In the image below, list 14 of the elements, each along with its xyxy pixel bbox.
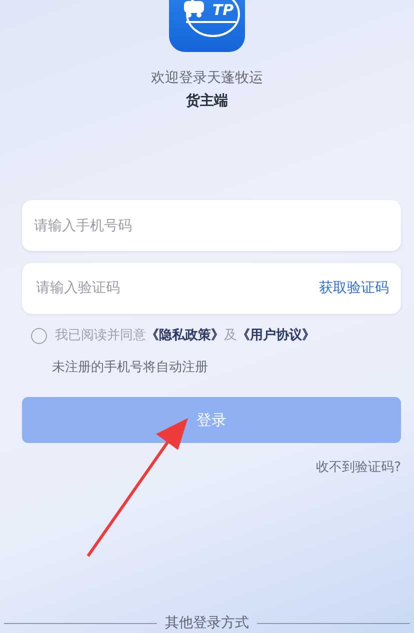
code-field[interactable]: 请输入验证码 获取验证码 [22,263,401,314]
logo-text: TP [212,0,234,21]
subtitle: 货主端 [186,92,228,111]
agreement-text: 我已阅读并同意《隐私政策》及《用户协议》 [55,326,315,345]
register-note: 未注册的手机号将自动注册 [52,358,209,376]
help-link[interactable]: 收不到验证码? [316,458,401,478]
get-code-button[interactable]: 获取验证码 [319,278,389,299]
phone-field[interactable]: 请输入手机号码 [22,200,401,251]
welcome-text: 欢迎登录天蓬牧运 [151,69,263,88]
agreement-link[interactable]: 《隐私政策》 [146,328,224,343]
agreement-checkbox[interactable] [31,328,47,344]
other-login-label: 其他登录方式 [165,614,249,632]
agreement-link[interactable]: 《用户协议》 [237,328,315,343]
code-input[interactable]: 请输入验证码 [34,277,319,300]
